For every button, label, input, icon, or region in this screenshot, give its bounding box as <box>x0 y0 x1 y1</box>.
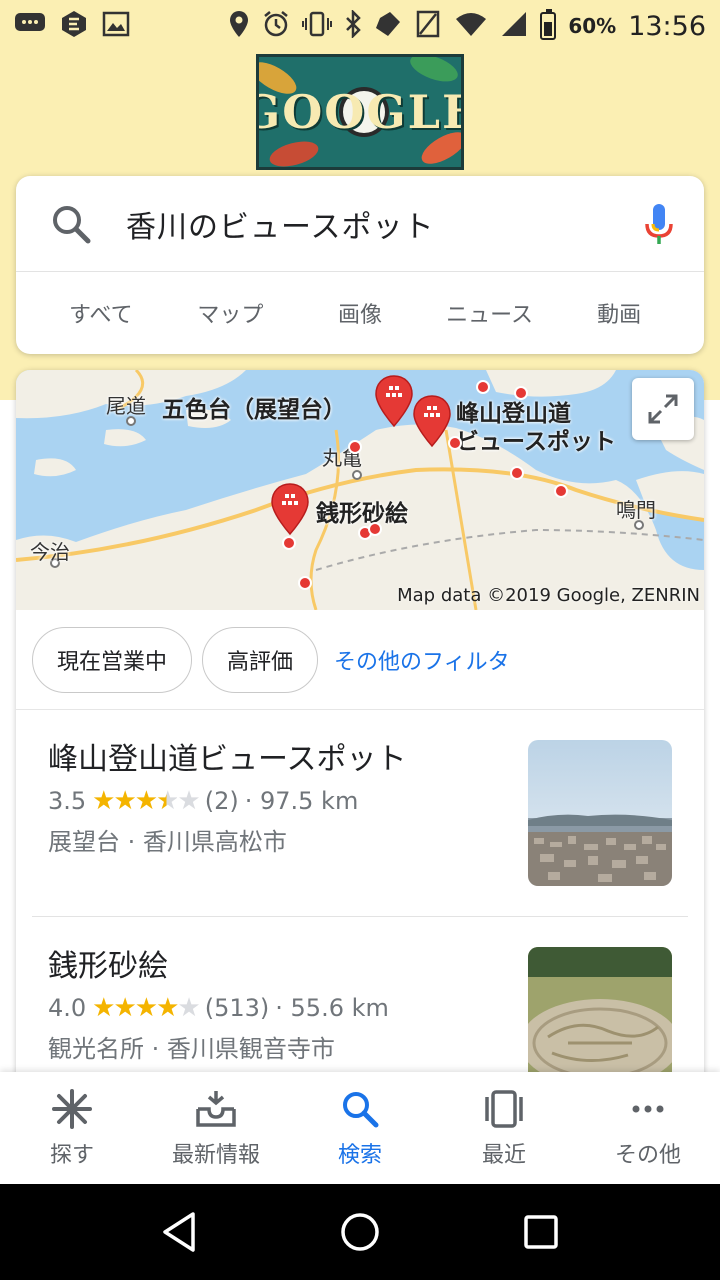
tab-all[interactable]: すべて <box>36 297 166 329</box>
filter-open-now-chip[interactable]: 現在営業中 <box>32 626 193 693</box>
microphone-icon[interactable] <box>614 202 704 246</box>
star-rating-icon: ★★★★★ <box>92 786 201 816</box>
bluetooth-icon <box>344 8 362 42</box>
star-rating-icon: ★★★★★ <box>92 993 201 1023</box>
back-icon[interactable] <box>159 1210 199 1254</box>
map-label-zenigata[interactable]: 銭形砂絵 <box>316 494 408 528</box>
home-icon[interactable] <box>338 1210 382 1254</box>
tab-maps[interactable]: マップ <box>166 297 296 329</box>
battery-percent: 60% <box>568 14 617 38</box>
search-card: 香川のビュースポット すべて マップ 画像 ニュース 動画 <box>16 176 704 354</box>
map-result-dot[interactable] <box>448 436 462 450</box>
map-result-dot[interactable] <box>510 466 524 480</box>
nav-recent-label: 最近 <box>481 1143 526 1168</box>
result-reviews: (2) <box>204 787 239 815</box>
bottom-nav: 探す 最新情報 検索 最近 その他 <box>0 1072 720 1184</box>
map-result-dot[interactable] <box>348 440 362 454</box>
alarm-icon <box>262 10 290 42</box>
result-thumbnail[interactable] <box>528 947 672 1090</box>
nav-search[interactable]: 検索 <box>288 1072 432 1184</box>
battery-icon <box>540 9 557 40</box>
search-query[interactable]: 香川のビュースポット <box>126 202 614 246</box>
tab-news[interactable]: ニュース <box>425 297 555 329</box>
city-view-image <box>528 740 672 886</box>
result-distance: · 55.6 km <box>275 994 389 1022</box>
map-result-dot[interactable] <box>298 576 312 590</box>
nav-updates-label: 最新情報 <box>171 1143 260 1168</box>
nav-explore-label: 探す <box>49 1143 94 1168</box>
nav-updates[interactable]: 最新情報 <box>144 1072 288 1184</box>
map[interactable]: 尾道 五色台（展望台） 峰山登山道 ビュースポット 丸亀 銭形砂絵 鳴門 今治 … <box>16 370 704 610</box>
result-thumbnail[interactable] <box>528 740 672 886</box>
explore-icon <box>52 1087 92 1131</box>
result-rating: 4.0 <box>48 994 87 1022</box>
local-results-card: 尾道 五色台（展望台） 峰山登山道 ビュースポット 丸亀 銭形砂絵 鳴門 今治 … <box>16 370 704 1090</box>
map-pin-goshikidai[interactable] <box>374 374 414 428</box>
map-label-imabari: 今治 <box>30 540 70 564</box>
map-label-onomichi: 尾道 <box>106 394 146 418</box>
map-expand-button[interactable] <box>632 378 694 440</box>
result-distance: · 97.5 km <box>244 787 359 815</box>
nav-explore[interactable]: 探す <box>0 1072 144 1184</box>
nav-recent[interactable]: 最近 <box>432 1072 576 1184</box>
nav-more[interactable]: その他 <box>576 1072 720 1184</box>
system-nav-bar <box>0 1184 720 1280</box>
map-pin-minezan[interactable] <box>412 394 452 448</box>
wifi-icon <box>454 10 488 42</box>
doodle-logo-text: GOOGLE <box>259 85 461 139</box>
doodle-leaf <box>267 136 321 167</box>
nfc-icon <box>374 10 402 42</box>
map-result-dot[interactable] <box>282 536 296 550</box>
more-filters-link[interactable]: その他のフィルタ <box>334 644 510 676</box>
city-marker <box>352 470 362 480</box>
search-icon <box>16 203 126 245</box>
search-icon <box>340 1087 380 1131</box>
map-result-dot[interactable] <box>368 522 382 536</box>
map-label-goshikidai[interactable]: 五色台（展望台） <box>162 390 346 424</box>
map-result-dot[interactable] <box>554 484 568 498</box>
result-item[interactable]: 峰山登山道ビュースポット 3.5 ★★★★★ (2) · 97.5 km 展望台… <box>16 710 704 916</box>
location-icon <box>228 10 250 42</box>
tab-images[interactable]: 画像 <box>295 297 425 329</box>
filter-bar: 現在営業中 高評価 その他のフィルタ <box>16 610 704 710</box>
map-credit: Map data ©2019 Google, ZENRIN <box>397 585 700 606</box>
status-right: 60% 13:56 <box>228 8 706 42</box>
e-app-icon <box>60 10 88 42</box>
tab-videos[interactable]: 動画 <box>554 297 684 329</box>
map-result-dot[interactable] <box>476 380 490 394</box>
doodle-leaf <box>406 57 461 87</box>
result-rating: 3.5 <box>48 787 87 815</box>
expand-icon <box>648 394 678 424</box>
recent-icon <box>483 1087 525 1131</box>
map-result-dot[interactable] <box>514 386 528 400</box>
filter-top-rated-chip[interactable]: 高評価 <box>202 626 319 693</box>
search-tabs: すべて マップ 画像 ニュース 動画 <box>16 272 704 354</box>
status-left <box>14 10 130 42</box>
google-doodle[interactable]: GOOGLE <box>256 54 464 170</box>
map-pin-zenigata[interactable] <box>270 482 310 536</box>
image-icon <box>102 11 130 41</box>
sand-art-image <box>528 947 672 1090</box>
signal-icon <box>414 10 442 42</box>
nav-more-label: その他 <box>614 1143 681 1168</box>
updates-icon <box>195 1087 237 1131</box>
recents-icon[interactable] <box>521 1212 561 1252</box>
search-box[interactable]: 香川のビュースポット <box>16 176 704 272</box>
more-icon <box>628 1087 668 1131</box>
result-reviews: (513) <box>204 994 270 1022</box>
result-item[interactable]: 銭形砂絵 4.0 ★★★★★ (513) · 55.6 km 観光名所 · 香川… <box>32 916 688 1090</box>
nav-search-label: 検索 <box>337 1143 382 1168</box>
message-icon <box>14 11 46 41</box>
cell-signal-icon <box>500 10 528 42</box>
map-label-viewspot[interactable]: ビュースポット <box>456 422 616 456</box>
vibrate-icon <box>302 10 333 42</box>
map-label-naruto: 鳴門 <box>616 498 656 522</box>
clock: 13:56 <box>628 10 706 42</box>
status-bar: 60% 13:56 <box>0 0 720 52</box>
